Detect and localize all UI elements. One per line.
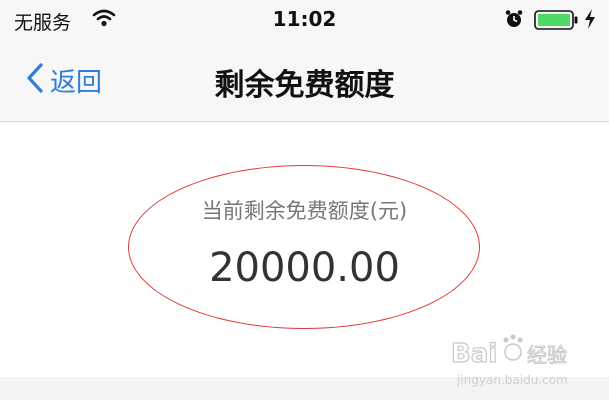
navigation-bar: 返回 剩余免费额度 — [0, 40, 609, 122]
baidu-jingyan-watermark: Bai 经验 jingyan.baidu.com — [450, 334, 568, 387]
watermark-suffix: 经验 — [527, 343, 567, 367]
status-bar: 无服务 11:02 — [0, 0, 609, 40]
quota-value: 20000.00 — [209, 245, 400, 291]
watermark-url: jingyan.baidu.com — [456, 373, 568, 387]
battery-icon — [534, 10, 580, 34]
charging-icon — [584, 9, 596, 33]
paw-icon — [503, 334, 523, 361]
page-title: 剩余免费额度 — [214, 68, 395, 103]
watermark-brand: Bai — [451, 339, 497, 369]
quota-label: 当前剩余免费额度(元) — [201, 199, 408, 223]
alarm-icon — [504, 9, 524, 33]
